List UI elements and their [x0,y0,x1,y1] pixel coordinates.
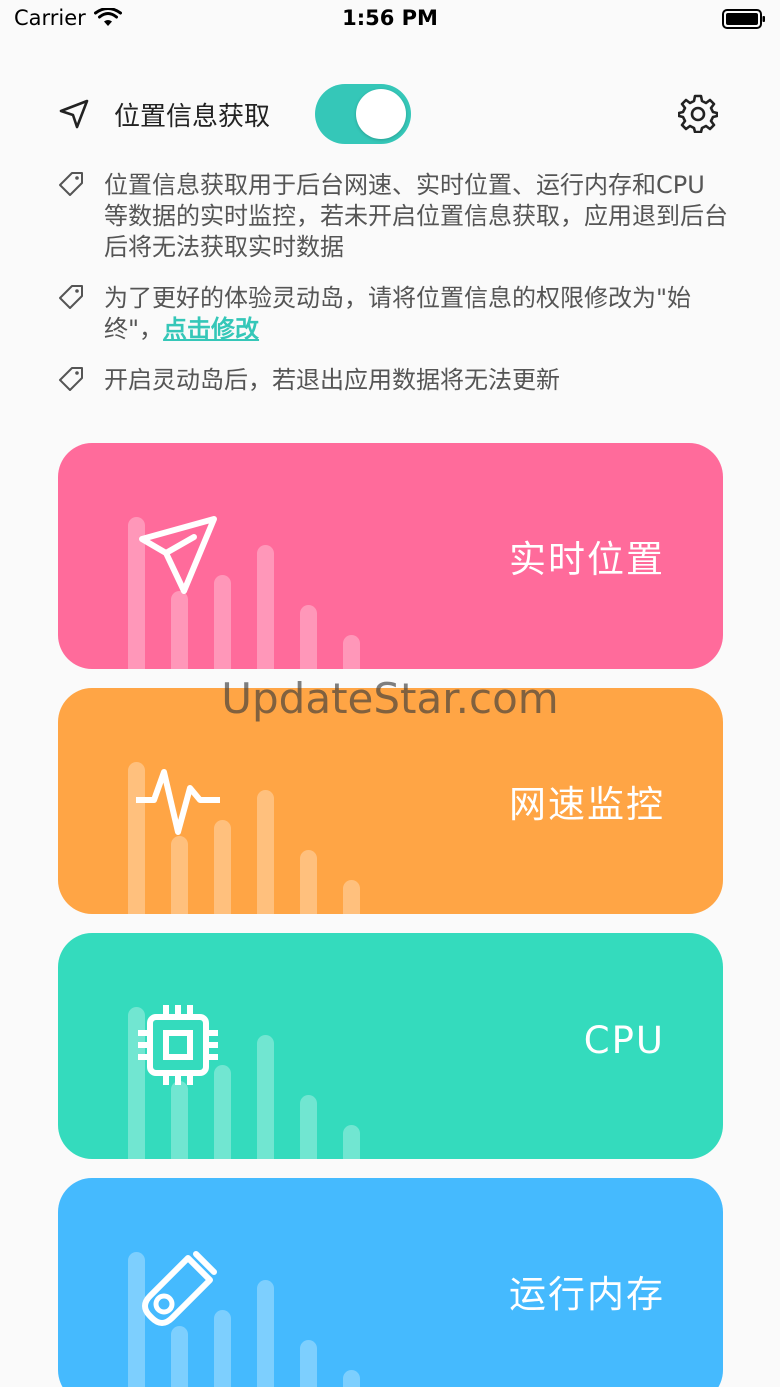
tag-icon [59,172,83,196]
notes-list: 位置信息获取用于后台网速、实时位置、运行内存和CPU等数据的实时监控，若未开启位… [58,170,728,416]
bar [300,1095,317,1159]
usb-drive-icon [142,1251,217,1326]
bar [171,591,188,669]
bar [300,850,317,914]
bar [257,790,274,914]
location-header: 位置信息获取 [58,82,722,144]
navigation-arrow-icon [59,99,89,129]
note-text: 位置信息获取用于后台网速、实时位置、运行内存和CPU等数据的实时监控，若未开启位… [104,171,728,261]
location-toggle[interactable] [315,84,411,144]
card-realtime-location[interactable]: 实时位置 [58,443,723,669]
card-cpu[interactable]: CPU [58,933,723,1159]
card-label: CPU [583,1019,665,1062]
modify-permission-link[interactable]: 点击修改 [163,315,259,343]
card-label: 实时位置 [509,538,665,581]
bar [300,605,317,669]
tag-icon [59,285,83,309]
card-running-memory[interactable]: 运行内存 [58,1178,723,1387]
pulse-icon [136,769,220,835]
send-icon [139,516,217,594]
bar [300,1340,317,1387]
status-bar: Carrier 1:56 PM [0,0,780,40]
bar [257,1035,274,1159]
gear-icon[interactable] [678,93,718,133]
bar [171,1326,188,1387]
bar [343,1125,360,1159]
battery-icon [722,9,765,29]
location-permission-title: 位置信息获取 [114,102,271,132]
note-item: 开启灵动岛后，若退出应用数据将无法更新 [58,365,728,396]
status-time: 1:56 PM [342,6,438,30]
tag-icon [59,367,83,391]
note-item: 位置信息获取用于后台网速、实时位置、运行内存和CPU等数据的实时监控，若未开启位… [58,170,728,263]
bar [343,1370,360,1387]
chip-icon [138,1005,218,1085]
bar [257,545,274,669]
bar [343,880,360,914]
bar [257,1280,274,1387]
card-label: 网速监控 [509,783,665,826]
app-screen: Carrier 1:56 PM 位置信息获取 位置信息获取用于后台网速、实时位置… [0,0,780,1387]
bar [343,635,360,669]
bar [171,836,188,914]
card-label: 运行内存 [509,1273,665,1316]
toggle-knob [356,89,406,139]
watermark: UpdateStar.com [221,674,559,723]
note-item: 为了更好的体验灵动岛，请将位置信息的权限修改为"始终"，点击修改 [58,283,728,345]
bar [171,1081,188,1159]
note-text: 开启灵动岛后，若退出应用数据将无法更新 [104,366,560,394]
